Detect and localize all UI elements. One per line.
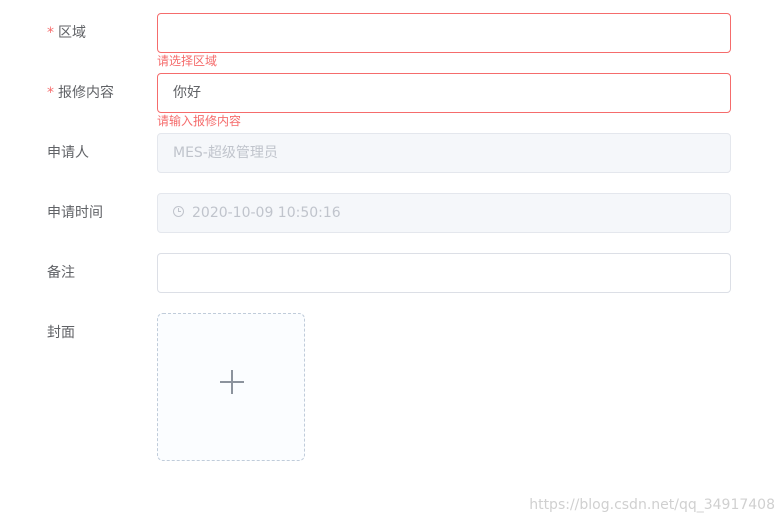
applicant-label: 申请人	[47, 145, 89, 161]
required-mark: *	[47, 25, 54, 41]
apply-time-label: 申请时间	[47, 205, 103, 221]
watermark: https://blog.csdn.net/qq_34917408	[529, 497, 775, 513]
cover-label: 封面	[47, 325, 75, 341]
repair-content-input[interactable]: 你好	[157, 73, 731, 113]
apply-time-picker: 2020-10-09 10:50:16	[157, 193, 731, 233]
area-label: * 区域	[47, 25, 86, 41]
remark-label: 备注	[47, 265, 75, 281]
area-select[interactable]	[157, 13, 731, 53]
repair-content-error-message: 请输入报修内容	[157, 114, 242, 128]
remark-input[interactable]	[157, 253, 731, 293]
required-mark: *	[47, 85, 54, 101]
applicant-input: MES-超级管理员	[157, 133, 731, 173]
clock-icon	[173, 205, 184, 217]
area-error-message: 请选择区域	[157, 54, 218, 68]
plus-icon	[220, 370, 244, 394]
cover-upload-button[interactable]	[157, 313, 305, 461]
apply-time-value: 2020-10-09 10:50:16	[192, 205, 341, 221]
repair-content-label: * 报修内容	[47, 85, 114, 101]
